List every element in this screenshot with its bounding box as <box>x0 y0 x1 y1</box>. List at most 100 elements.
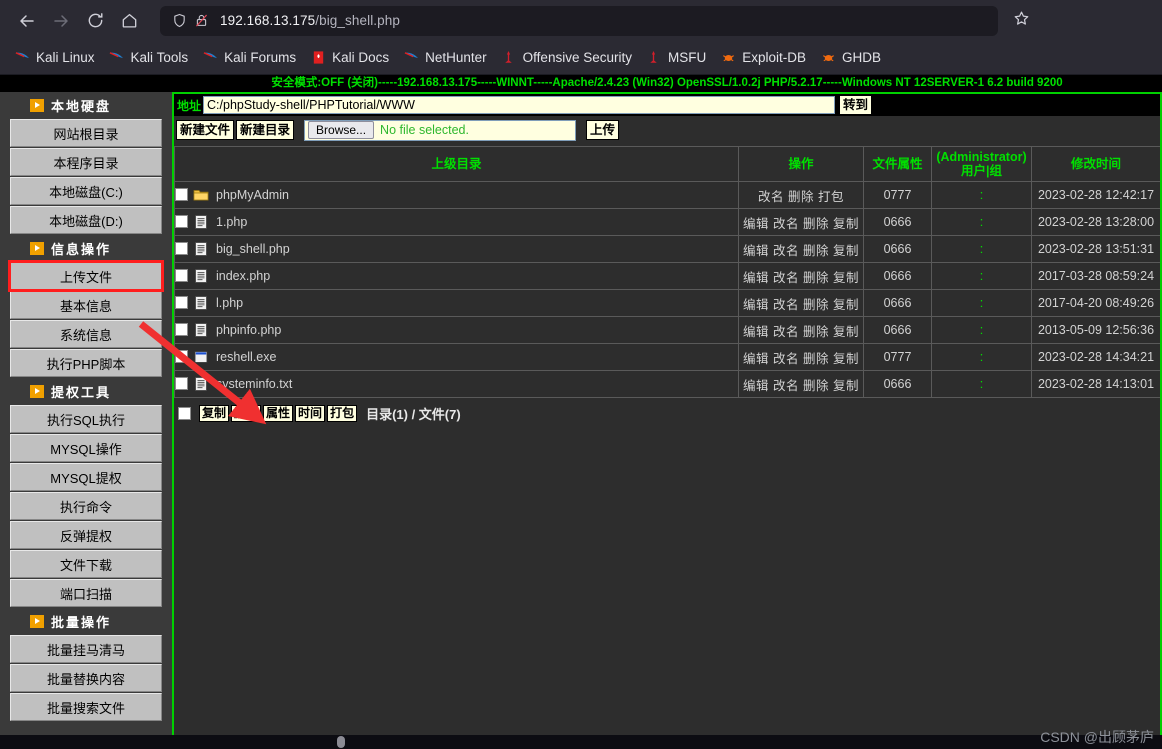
row-checkbox[interactable] <box>175 323 188 336</box>
go-button[interactable]: 转到 <box>839 95 873 115</box>
url-text: 192.168.13.175/big_shell.php <box>220 13 400 28</box>
sidebar-item[interactable]: 系统信息 <box>10 320 162 348</box>
file-name-cell[interactable]: reshell.exe <box>174 343 739 371</box>
scrollbar-thumb[interactable] <box>337 736 345 748</box>
sidebar-item[interactable]: 上传文件 <box>8 260 164 292</box>
table-row[interactable]: reshell.exe 编辑 改名 删除 复制 0777:2023-02-28 14… <box>174 343 1160 371</box>
file-name-label: 1.php <box>216 215 248 229</box>
file-operations-cell[interactable]: 编辑 改名 删除 复制 <box>738 316 864 344</box>
bookmark-button[interactable] <box>1006 6 1036 36</box>
horizontal-scrollbar[interactable] <box>0 735 1162 749</box>
lock-crossed-icon[interactable] <box>190 10 212 32</box>
row-checkbox[interactable] <box>175 350 188 363</box>
sidebar-item[interactable]: 本程序目录 <box>10 148 162 176</box>
sidebar-item[interactable]: 执行命令 <box>10 492 162 520</box>
file-operations-cell[interactable]: 编辑 改名 删除 复制 <box>738 370 864 398</box>
bookmark-kali-tools[interactable]: Kali Tools <box>103 47 195 69</box>
column-header-name[interactable]: 上级目录 <box>174 146 739 182</box>
address-row: 地址 转到 <box>174 94 1160 116</box>
file-name-cell[interactable]: 1.php <box>174 208 739 236</box>
home-button[interactable] <box>112 5 146 37</box>
bookmarks-bar: Kali Linux Kali Tools Kali Forums Kali D… <box>0 41 1162 75</box>
file-name-label: big_shell.php <box>216 242 290 256</box>
file-operations-cell[interactable]: 编辑 改名 删除 复制 <box>738 262 864 290</box>
address-bar[interactable]: 192.168.13.175/big_shell.php <box>160 5 998 36</box>
sidebar-item[interactable]: 批量替换内容 <box>10 664 162 692</box>
forward-button[interactable] <box>44 5 78 37</box>
file-operations-cell[interactable]: 编辑 改名 删除 复制 <box>738 235 864 263</box>
bookmark-kali-forums[interactable]: Kali Forums <box>196 47 302 69</box>
sidebar-item[interactable]: MYSQL操作 <box>10 434 162 462</box>
file-operations-cell[interactable]: 编辑 改名 删除 复制 <box>738 343 864 371</box>
batch-package-button[interactable]: 打包 <box>327 404 358 422</box>
bookmark-kali-linux[interactable]: Kali Linux <box>8 47 101 69</box>
offsec-icon <box>646 50 662 66</box>
sidebar-item-label: 网站根目录 <box>53 126 119 142</box>
bookmark-ghdb[interactable]: GHDB <box>814 47 887 69</box>
file-picker[interactable]: Browse... No file selected. <box>304 119 577 141</box>
row-checkbox[interactable] <box>175 215 188 228</box>
batch-attributes-button[interactable]: 属性 <box>263 404 294 422</box>
bookmark-kali-docs[interactable]: Kali Docs <box>304 47 395 69</box>
sidebar-item-label: 基本信息 <box>59 298 112 314</box>
file-table: 上级目录 操作 文件属性 (Administrator)用户|组 修改时间 ph… <box>174 146 1160 398</box>
batch-delete-button[interactable]: 删除 <box>231 404 262 422</box>
sidebar-item[interactable]: 执行PHP脚本 <box>10 349 162 377</box>
batch-copy-button[interactable]: 复制 <box>199 404 230 422</box>
file-mtime-cell: 2017-03-28 08:59:24 <box>1031 262 1160 290</box>
sidebar-item[interactable]: MYSQL提权 <box>10 463 162 491</box>
file-name-cell[interactable]: l.php <box>174 289 739 317</box>
file-name-cell[interactable]: phpinfo.php <box>174 316 739 344</box>
offsec-icon <box>501 50 517 66</box>
file-operations-cell[interactable]: 编辑 改名 删除 复制 <box>738 289 864 317</box>
file-owner-cell: : <box>931 370 1032 398</box>
text-file-icon <box>193 376 209 392</box>
row-checkbox[interactable] <box>175 269 188 282</box>
table-row[interactable]: phpMyAdmin 改名 删除 打包 0777:2023-02-28 12:42:… <box>174 181 1160 209</box>
file-operations-cell[interactable]: 编辑 改名 删除 复制 <box>738 208 864 236</box>
path-input[interactable] <box>203 96 836 114</box>
table-row[interactable]: systeminfo.txt 编辑 改名 删除 复制 0666:2023-02-28… <box>174 370 1160 398</box>
file-name-cell[interactable]: big_shell.php <box>174 235 739 263</box>
sidebar-item[interactable]: 端口扫描 <box>10 579 162 607</box>
table-row[interactable]: index.php 编辑 改名 删除 复制 0666:2017-03-28 08:5… <box>174 262 1160 290</box>
reload-button[interactable] <box>78 5 112 37</box>
table-row[interactable]: phpinfo.php 编辑 改名 删除 复制 0666:2013-05-09 12… <box>174 316 1160 344</box>
bookmark-exploit-db[interactable]: Exploit-DB <box>714 47 812 69</box>
select-all-checkbox[interactable] <box>178 406 191 420</box>
row-checkbox[interactable] <box>175 188 188 201</box>
file-name-cell[interactable]: index.php <box>174 262 739 290</box>
bookmark-label: Offensive Security <box>522 50 632 65</box>
table-row[interactable]: big_shell.php 编辑 改名 删除 复制 0666:2023-02-28 … <box>174 235 1160 263</box>
table-row[interactable]: 1.php 编辑 改名 删除 复制 0666:2023-02-28 13:28:00 <box>174 208 1160 236</box>
sidebar-section-label: 批量操作 <box>51 614 112 630</box>
sidebar-item[interactable]: 基本信息 <box>10 291 162 319</box>
sidebar-item[interactable]: 网站根目录 <box>10 119 162 147</box>
bookmark-label: NetHunter <box>425 50 487 65</box>
file-name-cell[interactable]: systeminfo.txt <box>174 370 739 398</box>
sidebar-item[interactable]: 批量搜索文件 <box>10 693 162 721</box>
batch-time-button[interactable]: 时间 <box>295 404 326 422</box>
row-checkbox[interactable] <box>175 377 188 390</box>
file-operations-cell[interactable]: 改名 删除 打包 <box>738 181 864 209</box>
sidebar-item[interactable]: 本地磁盘(D:) <box>10 206 162 234</box>
new-directory-button[interactable]: 新建目录 <box>236 120 295 140</box>
file-name-cell[interactable]: phpMyAdmin <box>174 181 739 209</box>
browse-button[interactable]: Browse... <box>308 121 375 139</box>
sidebar-item[interactable]: 文件下载 <box>10 550 162 578</box>
sidebar-item[interactable]: 执行SQL执行 <box>10 405 162 433</box>
file-attributes-cell: 0666 <box>863 262 932 290</box>
table-row[interactable]: l.php 编辑 改名 删除 复制 0666:2017-04-20 08:49:26 <box>174 289 1160 317</box>
file-mtime-cell: 2017-04-20 08:49:26 <box>1031 289 1160 317</box>
sidebar-item[interactable]: 批量挂马清马 <box>10 635 162 663</box>
new-file-button[interactable]: 新建文件 <box>176 120 235 140</box>
bookmark-msfu[interactable]: MSFU <box>640 47 712 69</box>
bookmark-nethunter[interactable]: NetHunter <box>397 47 493 69</box>
row-checkbox[interactable] <box>175 242 188 255</box>
sidebar-item[interactable]: 本地磁盘(C:) <box>10 177 162 205</box>
upload-button[interactable]: 上传 <box>586 120 620 140</box>
row-checkbox[interactable] <box>175 296 188 309</box>
sidebar-item[interactable]: 反弹提权 <box>10 521 162 549</box>
bookmark-offensive-security[interactable]: Offensive Security <box>495 47 638 69</box>
back-button[interactable] <box>10 5 44 37</box>
